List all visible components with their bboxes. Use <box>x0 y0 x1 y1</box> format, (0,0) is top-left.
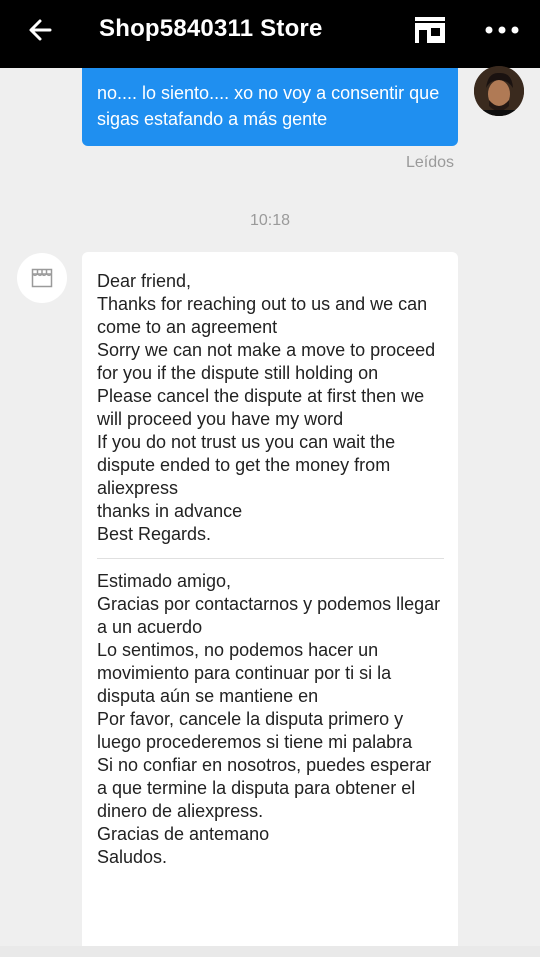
translation-divider <box>97 558 444 559</box>
message-line: Dear friend, <box>97 271 192 291</box>
user-avatar-image <box>474 66 524 116</box>
message-line: Please cancel the dispute at first then … <box>97 386 430 429</box>
back-button[interactable] <box>18 12 62 48</box>
storefront-icon <box>415 17 445 43</box>
bottom-edge <box>0 946 540 957</box>
translated-message: Estimado amigo, Gracias por contactarnos… <box>97 570 444 869</box>
message-line: Sorry we can not make a move to proceed … <box>97 340 441 383</box>
more-options-button[interactable] <box>480 12 524 48</box>
translated-line: Gracias de antemano <box>97 824 270 844</box>
top-bar: Shop5840311 Store <box>0 0 540 68</box>
original-message: Dear friend, Thanks for reaching out to … <box>97 270 444 546</box>
message-line: thanks in advance <box>97 501 243 521</box>
store-avatar[interactable] <box>17 253 67 303</box>
translated-line: Estimado amigo, <box>97 571 232 591</box>
translated-line: Gracias por contactarnos y podemos llega… <box>97 594 446 637</box>
message-timestamp: 10:18 <box>249 212 291 229</box>
store-button[interactable] <box>410 12 450 48</box>
read-status: Leídos <box>405 154 454 171</box>
translated-line: Lo sentimos, no podemos hacer un movimie… <box>97 640 397 706</box>
incoming-message-bubble[interactable]: Dear friend, Thanks for reaching out to … <box>82 252 458 957</box>
more-horizontal-icon <box>485 26 519 34</box>
outgoing-message-text: no.... lo siento.... xo no voy a consent… <box>97 83 440 129</box>
arrow-left-icon <box>29 19 52 41</box>
message-line: Best Regards. <box>97 524 212 544</box>
translated-line: Por favor, cancele la disputa primero y … <box>97 709 413 752</box>
outgoing-message-bubble[interactable]: no.... lo siento.... xo no voy a consent… <box>82 68 458 146</box>
user-avatar[interactable] <box>474 66 524 116</box>
message-line: If you do not trust us you can wait the … <box>97 432 401 498</box>
page-title: Shop5840311 Store <box>99 15 323 42</box>
store-logo-icon <box>31 268 53 288</box>
translated-line: Saludos. <box>97 847 168 867</box>
translated-line: Si no confiar en nosotros, puedes espera… <box>97 755 437 821</box>
message-line: Thanks for reaching out to us and we can… <box>97 294 433 337</box>
